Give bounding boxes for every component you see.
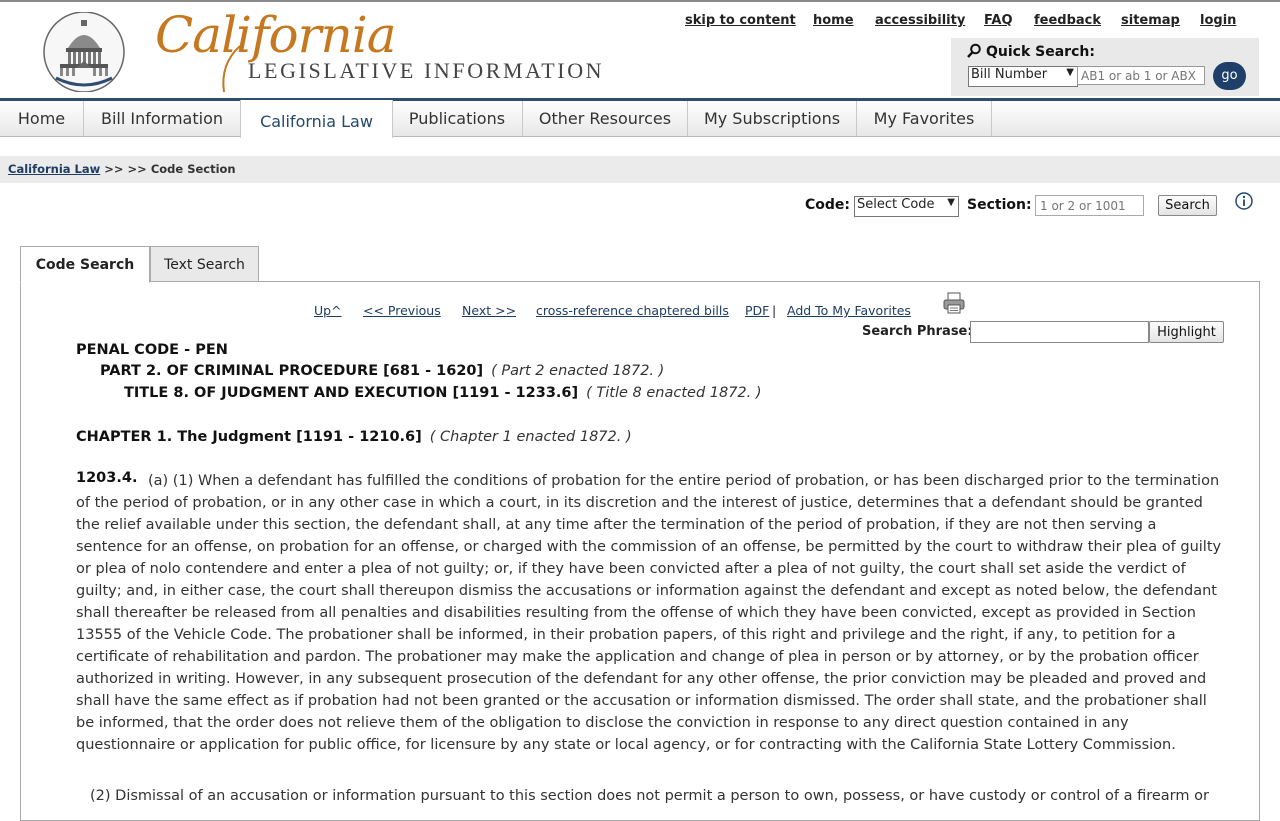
bill-number-input[interactable] xyxy=(1077,66,1205,85)
nav-other-resources[interactable]: Other Resources xyxy=(523,101,688,136)
title-heading: TITLE 8. OF JUDGMENT AND EXECUTION [1191… xyxy=(124,385,762,401)
up-link[interactable]: Up^ xyxy=(314,303,342,318)
faq-link[interactable]: FAQ xyxy=(984,13,1013,28)
nav-publications[interactable]: Publications xyxy=(392,101,523,136)
logo-subtitle: LEGISLATIVE INFORMATION xyxy=(248,58,605,83)
add-to-favorites-link[interactable]: Add To My Favorites xyxy=(787,303,911,318)
section-paragraph-a1: (a) (1) When a defendant has fulfilled t… xyxy=(76,473,1222,753)
nav-my-subscriptions[interactable]: My Subscriptions xyxy=(688,101,857,136)
part-enacted-note: ( Part 2 enacted 1872. ) xyxy=(491,363,665,379)
quick-search-title: Quick Search: xyxy=(986,44,1095,60)
code-select-value: Select Code xyxy=(857,197,935,212)
printer-icon[interactable] xyxy=(943,292,965,314)
login-link[interactable]: login xyxy=(1200,13,1236,28)
part-title: PART 2. OF CRIMINAL PROCEDURE [681 - 162… xyxy=(100,363,484,379)
chapter-heading: CHAPTER 1. The Judgment [1191 - 1210.6] (… xyxy=(76,429,632,445)
nav-my-favorites[interactable]: My Favorites xyxy=(857,101,992,136)
search-phrase-input[interactable] xyxy=(970,321,1149,343)
pdf-link[interactable]: PDF xyxy=(745,303,769,318)
accessibility-link[interactable]: accessibility xyxy=(875,13,965,28)
code-select[interactable]: Select Code ▼ xyxy=(854,196,959,217)
title-enacted-note: ( Title 8 enacted 1872. ) xyxy=(586,385,762,401)
breadcrumb: California Law >> >> Code Section xyxy=(8,162,236,176)
section-input[interactable] xyxy=(1035,195,1144,216)
logo-wordmark: California xyxy=(155,6,397,64)
breadcrumb-current: >> >> Code Section xyxy=(100,162,236,176)
tab-code-search[interactable]: Code Search xyxy=(20,246,150,283)
nav-california-law[interactable]: California Law xyxy=(240,100,393,138)
bill-type-value: Bill Number xyxy=(971,67,1048,82)
chapter-enacted-note: ( Chapter 1 enacted 1872. ) xyxy=(429,429,632,445)
section-label: Section: xyxy=(967,197,1032,213)
go-button[interactable]: go xyxy=(1213,62,1246,90)
chevron-down-icon: ▼ xyxy=(947,197,955,208)
chapter-title: CHAPTER 1. The Judgment [1191 - 1210.6] xyxy=(76,429,422,445)
previous-link[interactable]: << Previous xyxy=(363,303,441,318)
sitemap-link[interactable]: sitemap xyxy=(1121,13,1180,28)
search-icon xyxy=(967,43,981,58)
main-nav: Home Bill Information California Law Pub… xyxy=(0,100,1280,138)
code-search-button[interactable]: Search xyxy=(1158,195,1217,216)
part-heading: PART 2. OF CRIMINAL PROCEDURE [681 - 162… xyxy=(100,363,664,379)
home-link[interactable]: home xyxy=(813,13,854,28)
search-phrase-label: Search Phrase: xyxy=(862,324,973,339)
tab-text-search[interactable]: Text Search xyxy=(150,246,259,282)
title-title: TITLE 8. OF JUDGMENT AND EXECUTION [1191… xyxy=(124,385,579,401)
toolbar-separator: | xyxy=(772,303,777,318)
nav-bill-information[interactable]: Bill Information xyxy=(84,101,241,136)
capitol-dome-logo-icon xyxy=(43,12,125,92)
chevron-down-icon: ▼ xyxy=(1066,67,1074,78)
next-link[interactable]: Next >> xyxy=(462,303,516,318)
section-paragraph-a2: (2) Dismissal of an accusation or inform… xyxy=(90,788,1209,804)
code-label: Code: xyxy=(805,197,851,213)
feedback-link[interactable]: feedback xyxy=(1034,13,1101,28)
cross-reference-link[interactable]: cross-reference chaptered bills xyxy=(536,303,729,318)
bill-type-select[interactable]: Bill Number ▼ xyxy=(968,66,1078,87)
code-heading: PENAL CODE - PEN xyxy=(76,342,228,358)
info-icon[interactable] xyxy=(1234,191,1254,211)
skip-to-content-link[interactable]: skip to content xyxy=(685,13,796,28)
logo-swash-icon xyxy=(222,45,241,93)
nav-home[interactable]: Home xyxy=(0,101,84,136)
breadcrumb-california-law-link[interactable]: California Law xyxy=(8,162,100,176)
highlight-button[interactable]: Highlight xyxy=(1149,321,1224,343)
